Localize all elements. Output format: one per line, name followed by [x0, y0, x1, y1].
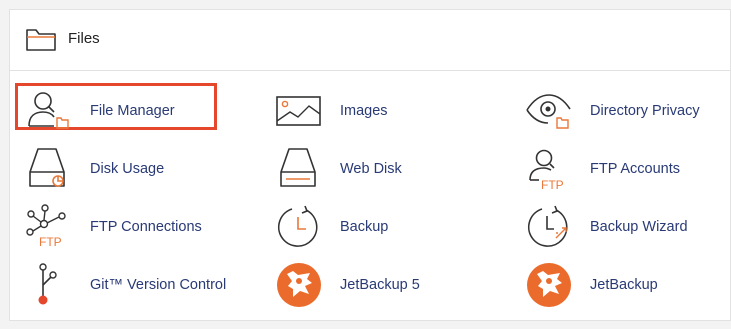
git-version-control-label: Git™ Version Control — [90, 277, 227, 293]
backup-icon — [277, 205, 318, 247]
web-disk-label: Web Disk — [340, 161, 402, 177]
git-version-control-link[interactable]: Git™ Version Control — [26, 262, 226, 308]
ftp-connections-icon: FTP — [26, 204, 66, 249]
jetbackup-5-icon — [277, 263, 321, 307]
file-manager-icon — [28, 92, 69, 129]
backup-wizard-icon — [527, 205, 568, 247]
ftp-accounts-link[interactable]: FTP FTP Accounts — [526, 146, 721, 192]
backup-label: Backup — [340, 219, 389, 235]
ftp-accounts-label: FTP Accounts — [590, 161, 680, 177]
jetbackup-5-link[interactable]: JetBackup 5 — [276, 262, 466, 308]
jetbackup-icon — [527, 263, 571, 307]
backup-wizard-link[interactable]: Backup Wizard — [526, 204, 721, 250]
folder-icon — [26, 29, 56, 51]
jetbackup-5-label: JetBackup 5 — [340, 277, 420, 293]
ftp-accounts-icon: FTP — [529, 149, 564, 192]
web-disk-icon — [280, 148, 316, 187]
section-title: Files — [68, 30, 100, 47]
directory-privacy-label: Directory Privacy — [590, 103, 700, 119]
disk-usage-label: Disk Usage — [90, 161, 165, 177]
svg-text:FTP: FTP — [39, 235, 62, 249]
file-manager-link[interactable]: File Manager — [26, 88, 216, 134]
directory-privacy-icon — [526, 94, 571, 129]
svg-text:FTP: FTP — [541, 178, 564, 192]
jetbackup-link[interactable]: JetBackup — [526, 262, 721, 308]
directory-privacy-link[interactable]: Directory Privacy — [526, 88, 721, 134]
files-section-header[interactable]: Files — [10, 10, 730, 71]
git-version-control-icon — [38, 263, 57, 305]
backup-link[interactable]: Backup — [276, 204, 466, 250]
images-link[interactable]: Images — [276, 88, 466, 134]
files-panel: Files File Manager Images Directory Priv… — [9, 9, 731, 321]
disk-usage-link[interactable]: Disk Usage — [26, 146, 216, 192]
jetbackup-label: JetBackup — [590, 277, 658, 293]
ftp-connections-label: FTP Connections — [90, 219, 202, 235]
disk-usage-icon — [29, 148, 65, 187]
images-label: Images — [340, 103, 388, 119]
web-disk-link[interactable]: Web Disk — [276, 146, 466, 192]
images-icon — [276, 96, 321, 126]
file-manager-label: File Manager — [90, 103, 175, 119]
ftp-connections-link[interactable]: FTP FTP Connections — [26, 204, 216, 250]
backup-wizard-label: Backup Wizard — [590, 219, 688, 235]
